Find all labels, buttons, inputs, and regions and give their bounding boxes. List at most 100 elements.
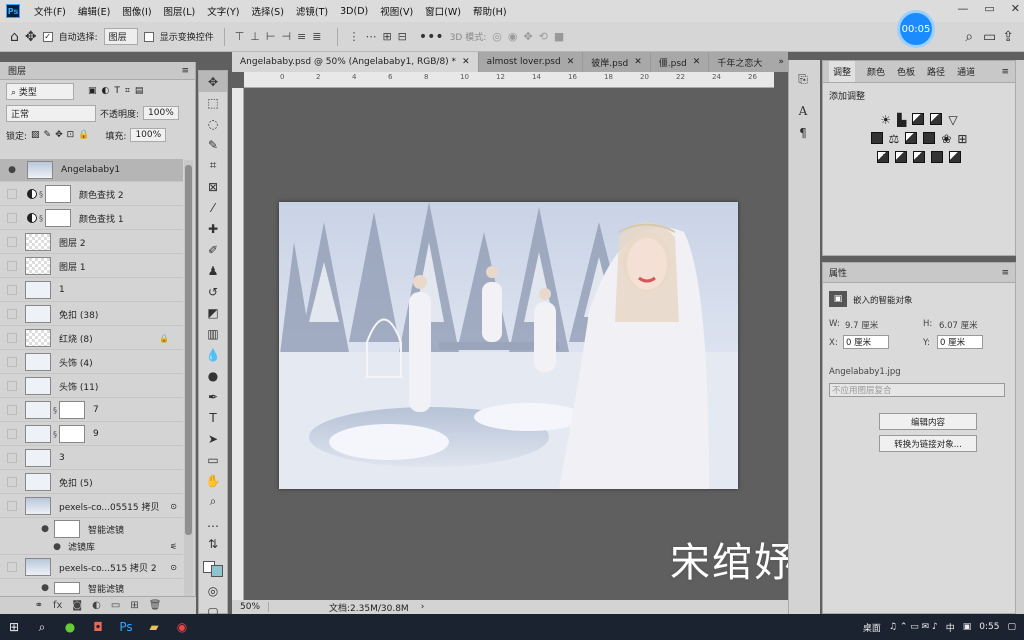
brightness-icon[interactable]: ☀ <box>880 113 891 127</box>
hue-saturation-icon[interactable] <box>870 132 883 144</box>
layer-row[interactable]: 头饰 (11) <box>0 375 183 398</box>
distribute-buttons-icon[interactable]: ⋮⋯⊞⊟ <box>348 30 412 43</box>
quick-mask-icon[interactable]: ◎ <box>199 580 227 601</box>
visibility-toggle[interactable] <box>7 213 17 223</box>
convert-to-linked-button[interactable]: 转换为链接对象... <box>879 435 977 452</box>
color-lookup-icon[interactable]: ⊞ <box>957 132 967 146</box>
visibility-toggle[interactable] <box>7 405 17 415</box>
eye-icon[interactable]: ● <box>38 583 52 593</box>
doc-tab[interactable]: 千年之恋大 <box>709 52 770 72</box>
photoshop-taskbar-icon[interactable]: Ps <box>112 614 140 640</box>
close-icon[interactable]: ✕ <box>634 57 642 67</box>
visibility-toggle[interactable] <box>7 333 17 343</box>
visibility-toggle[interactable] <box>7 309 17 319</box>
tab-adjustments[interactable]: 调整 <box>829 61 856 82</box>
tab-paths[interactable]: 路径 <box>927 65 945 78</box>
gradient-map-icon[interactable] <box>931 151 943 163</box>
notification-icon[interactable]: ▢ <box>1007 622 1016 632</box>
blend-mode-dropdown[interactable]: 正常 <box>6 104 96 122</box>
edit-contents-button[interactable]: 编辑内容 <box>879 413 977 430</box>
selective-color-icon[interactable] <box>949 151 961 163</box>
rectangle-tool-icon[interactable]: ▭ <box>199 449 227 470</box>
close-icon[interactable]: ✕ <box>693 57 701 67</box>
ime-app-icon[interactable]: ▣ <box>963 622 972 632</box>
tab-channels[interactable]: 通道 <box>957 65 975 78</box>
minimize-button[interactable]: — <box>957 2 968 15</box>
black-white-icon[interactable] <box>905 132 918 144</box>
layer-row[interactable]: pexels-co...05515 拷贝 ⊙ <box>0 495 183 518</box>
posterize-icon[interactable] <box>895 151 907 163</box>
layer-row[interactable]: pexels-co...515 拷贝 2 ⊙ <box>0 556 183 579</box>
marquee-tool-icon[interactable]: ⬚ <box>199 92 227 113</box>
clock[interactable]: 0:55 <box>979 622 999 632</box>
layer-row[interactable]: 红烧 (8) 🔒 <box>0 327 183 350</box>
dodge-tool-icon[interactable]: ● <box>199 365 227 386</box>
type-tool-icon[interactable]: T <box>199 407 227 428</box>
pen-tool-icon[interactable]: ✒ <box>199 386 227 407</box>
menu-window[interactable]: 窗口(W) <box>419 4 467 18</box>
filter-row[interactable]: ● 滤镜库 ⚟ <box>0 539 183 555</box>
curves-icon[interactable] <box>912 113 925 125</box>
more-tools-icon[interactable]: … <box>199 512 227 533</box>
panel-menu-icon[interactable]: ≡ <box>181 66 189 76</box>
eye-icon[interactable]: ● <box>38 524 52 534</box>
swap-colors-icon[interactable]: ⇅ <box>199 533 227 554</box>
layer-row[interactable]: § 颜色查找 2 <box>0 183 183 206</box>
delete-layer-icon[interactable]: 🗑 <box>149 600 162 611</box>
y-input[interactable]: 0 厘米 <box>937 335 983 349</box>
tab-swatches[interactable]: 色板 <box>897 65 915 78</box>
move-tool-icon[interactable]: ✥ <box>25 29 37 45</box>
history-brush-icon[interactable]: ↺ <box>199 281 227 302</box>
channel-mixer-icon[interactable]: ❀ <box>941 132 951 146</box>
paragraph-icon[interactable]: ¶ <box>789 122 817 144</box>
layer-row[interactable]: § 7 <box>0 399 183 422</box>
fill-input[interactable]: 100% <box>130 128 167 142</box>
zoom-tool-icon[interactable]: ⌕ <box>199 491 227 512</box>
link-layers-icon[interactable]: ⚭ <box>35 600 43 611</box>
menu-filter[interactable]: 滤镜(T) <box>290 4 334 18</box>
menu-help[interactable]: 帮助(H) <box>467 4 513 18</box>
visibility-toggle[interactable] <box>7 453 17 463</box>
doc-tab[interactable]: 僵.psd ✕ <box>651 52 710 72</box>
layer-row[interactable]: 图层 2 <box>0 231 183 254</box>
quick-select-tool-icon[interactable]: ✎ <box>199 134 227 155</box>
color-swatches[interactable] <box>199 554 227 580</box>
home-icon[interactable]: ⌂ <box>10 29 19 45</box>
frame-tool-icon[interactable]: ⊠ <box>199 176 227 197</box>
blur-tool-icon[interactable]: 💧 <box>199 344 227 365</box>
doc-tab[interactable]: 彼岸.psd ✕ <box>583 52 651 72</box>
search-icon[interactable]: ⌕ <box>28 614 56 640</box>
layer-row[interactable]: 免扣 (5) <box>0 471 183 494</box>
doc-tab[interactable]: almost lover.psd ✕ <box>479 52 584 72</box>
menu-select[interactable]: 选择(S) <box>245 4 289 18</box>
menu-image[interactable]: 图像(I) <box>116 4 157 18</box>
fx-icon[interactable]: fx <box>53 600 62 611</box>
new-group-icon[interactable]: ▭ <box>111 600 120 611</box>
scrollbar-thumb[interactable] <box>185 165 192 535</box>
eye-icon[interactable]: ● <box>5 165 19 175</box>
eraser-tool-icon[interactable]: ◩ <box>199 302 227 323</box>
menu-view[interactable]: 视图(V) <box>374 4 419 18</box>
lasso-tool-icon[interactable]: ◌ <box>199 113 227 134</box>
close-icon[interactable]: ✕ <box>567 57 575 67</box>
align-buttons-icon[interactable]: ⊤⊥⊢⊣≡≣ <box>235 30 328 43</box>
menu-edit[interactable]: 编辑(E) <box>72 4 116 18</box>
tab-color[interactable]: 颜色 <box>867 65 885 78</box>
eye-icon[interactable]: ● <box>50 542 64 552</box>
doc-tab[interactable]: Angelababy.psd @ 50% (Angelababy1, RGB/8… <box>232 52 479 72</box>
auto-select-dropdown[interactable]: 图层 <box>103 28 138 45</box>
stamp-tool-icon[interactable]: ♟ <box>199 260 227 281</box>
visibility-toggle[interactable] <box>7 237 17 247</box>
character-icon[interactable]: A <box>789 100 817 122</box>
more-options-icon[interactable]: ••• <box>419 29 444 45</box>
history-icon[interactable]: ⎘ <box>789 68 817 90</box>
move-tool-icon[interactable]: ✥ <box>199 71 227 92</box>
visibility-toggle[interactable] <box>7 189 17 199</box>
layer-row[interactable]: 免扣 (38) <box>0 303 183 326</box>
filter-icons[interactable]: ▣◐T⌗▤ <box>88 86 148 96</box>
x-input[interactable]: 0 厘米 <box>843 335 889 349</box>
height-value[interactable]: 6.07 厘米 <box>939 319 978 331</box>
smart-filter-row[interactable]: ● 智能滤镜 <box>0 580 183 596</box>
menu-layer[interactable]: 图层(L) <box>158 4 202 18</box>
ime-indicator[interactable]: 中 <box>946 621 955 634</box>
